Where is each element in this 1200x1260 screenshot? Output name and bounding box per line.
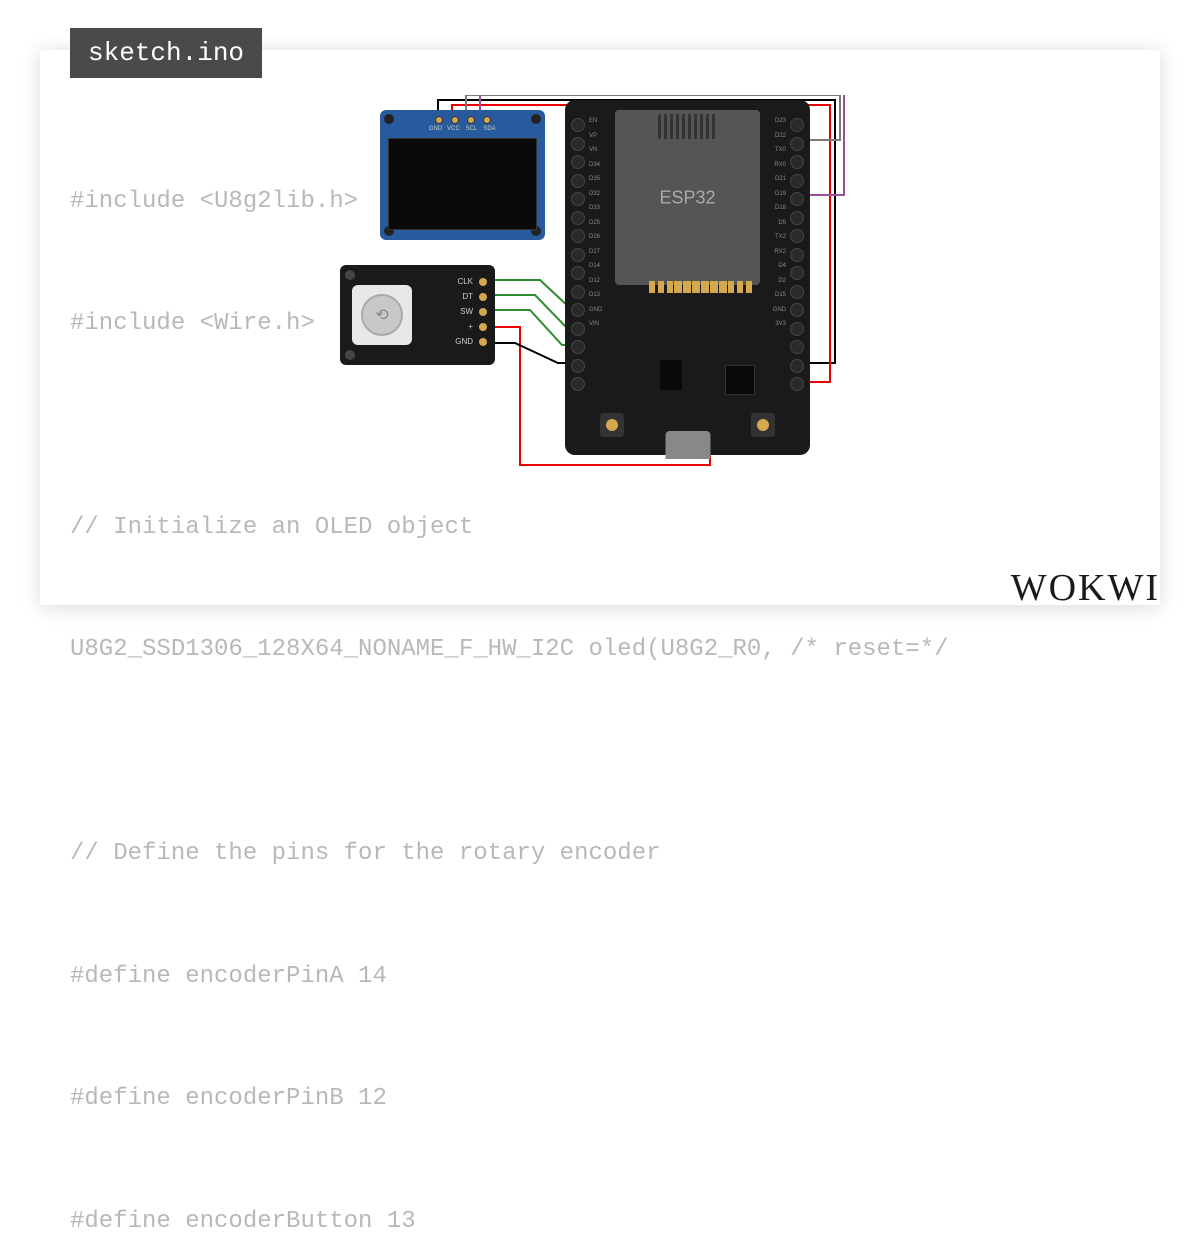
chip-label: ESP32 <box>659 187 715 208</box>
rotate-icon: ⟲ <box>375 305 388 325</box>
rotary-encoder-module[interactable]: ⟲ CLK DT SW + GND <box>340 265 495 365</box>
code-line: #define encoderButton 13 <box>70 1202 949 1243</box>
small-chip <box>660 360 682 390</box>
code-line: U8G2_SSD1306_128X64_NONAME_F_HW_I2C oled… <box>70 630 949 671</box>
wokwi-logo: WOKWI <box>1011 566 1160 610</box>
mounting-hole <box>345 350 355 360</box>
usb-port-icon <box>665 431 710 459</box>
filename-tab[interactable]: sketch.ino <box>70 28 262 78</box>
oled-module[interactable]: GND VCC SCL SDA <box>380 110 545 240</box>
code-line: #define encoderPinB 12 <box>70 1079 949 1120</box>
esp32-pads <box>674 281 752 293</box>
encoder-knob[interactable]: ⟲ <box>361 294 403 336</box>
filename-text: sketch.ino <box>88 38 244 68</box>
esp32-shield: ESP32 <box>615 110 760 285</box>
boot-button[interactable] <box>600 413 624 437</box>
oled-screen <box>388 138 537 230</box>
antenna-icon <box>658 114 718 139</box>
oled-pin-header <box>435 116 491 124</box>
code-line: #define encoderPinA 14 <box>70 957 949 998</box>
esp32-board[interactable]: ENVPVND34D35D32D33D25D26D27D14D12D13GNDV… <box>565 100 810 455</box>
esp32-right-pins <box>790 118 804 391</box>
esp32-left-labels: ENVPVND34D35D32D33D25D26D27D14D12D13GNDV… <box>589 118 602 327</box>
esp32-left-pins <box>571 118 585 391</box>
encoder-pin-header: CLK DT SW + GND <box>451 277 487 346</box>
mounting-hole <box>384 114 394 124</box>
encoder-body: ⟲ <box>352 285 412 345</box>
small-chip <box>725 365 755 395</box>
code-line: // Define the pins for the rotary encode… <box>70 834 949 875</box>
esp32-right-labels: D23D22TX0RX0D21D19D18D5TX2RX2D4D2D15GND3… <box>773 118 786 327</box>
code-line: // Initialize an OLED object <box>70 508 949 549</box>
circuit-diagram[interactable]: GND VCC SCL SDA ⟲ CLK DT SW + GND ENVPVN… <box>340 95 850 475</box>
mounting-hole <box>531 114 541 124</box>
enable-button[interactable] <box>751 413 775 437</box>
oled-pin-labels: GND VCC SCL SDA <box>429 126 497 132</box>
mounting-hole <box>345 270 355 280</box>
